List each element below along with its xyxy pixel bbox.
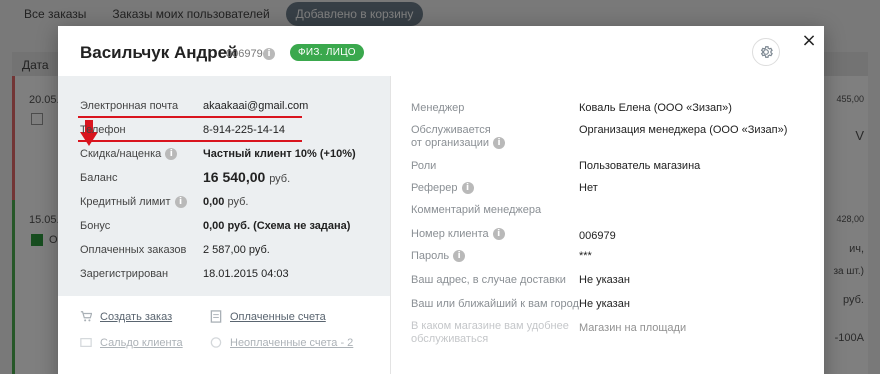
delivery-address-value: Не указан <box>579 274 630 286</box>
field-label: Скидка/наценка i <box>80 148 178 161</box>
document-icon <box>210 310 222 323</box>
field-manager: Менеджер Коваль Елена (ООО «Зизап») <box>391 102 824 124</box>
field-bonus: Бонус 0,00 руб. (Схема не задана) <box>58 220 390 242</box>
field-manager-comment: Комментарий менеджера <box>391 204 824 226</box>
referrer-value: Нет <box>579 182 598 194</box>
field-label: Зарегистрирован <box>80 268 169 280</box>
modal-header: Васильчук Андрей 006979 i ФИЗ. ЛИЦО × <box>58 26 824 76</box>
field-label: Номер клиента i <box>411 228 505 241</box>
field-label: Электронная почта <box>80 100 179 112</box>
field-preferred-store: В каком магазине вам удобнее обслуживатьс… <box>391 320 824 350</box>
discount-value: Частный клиент 10% (+10%) <box>203 148 356 160</box>
client-name: Васильчук Андрей <box>80 43 238 62</box>
field-city: Ваш или ближайший к вам город Не указан <box>391 298 824 320</box>
info-icon[interactable]: i <box>263 48 275 60</box>
field-label: Комментарий менеджера <box>411 204 542 216</box>
info-icon[interactable]: i <box>165 148 178 161</box>
info-icon[interactable]: i <box>493 137 506 150</box>
email-value[interactable]: akaakaai@gmail.com <box>203 100 308 112</box>
info-icon[interactable]: i <box>453 250 466 263</box>
field-credit-limit: Кредитный лимит i 0,00 руб. <box>58 196 390 218</box>
field-label: Менеджер <box>411 102 465 114</box>
field-phone: Телефон 8-914-225-14-14 <box>58 124 390 146</box>
paid-invoices-link[interactable]: Оплаченные счета <box>210 310 326 323</box>
unpaid-invoices-link[interactable]: Неоплаченные счета - 2 <box>210 336 353 349</box>
organization-value: Организация менеджера (ООО «Зизап») <box>579 124 788 136</box>
phone-value[interactable]: 8-914-225-14-14 <box>203 124 285 136</box>
cart-icon <box>80 311 92 322</box>
info-icon[interactable]: i <box>174 196 187 209</box>
preferred-store-value: Магазин на площади <box>579 322 687 334</box>
field-email: Электронная почта akaakaai@gmail.com <box>58 100 390 122</box>
field-password: Пароль i *** <box>391 250 824 272</box>
create-order-link[interactable]: Создать заказ <box>80 310 172 323</box>
paid-orders-value: 2 587,00 руб. <box>203 244 270 256</box>
roles-value: Пользователь магазина <box>579 160 701 172</box>
invoice-icon <box>210 337 222 348</box>
field-label: Баланс <box>80 172 118 184</box>
info-icon[interactable]: i <box>492 228 505 241</box>
field-label: Роли <box>411 160 437 172</box>
balance-value: 16 540,00 руб. <box>203 169 291 185</box>
field-label: Ваш или ближайший к вам город <box>411 298 579 310</box>
client-meta-panel: Менеджер Коваль Елена (ООО «Зизап») Обсл… <box>390 76 824 374</box>
field-client-number: Номер клиента i 006979 <box>391 228 824 250</box>
client-id: 006979 <box>226 48 263 60</box>
field-label: Телефон <box>80 124 126 136</box>
manager-value: Коваль Елена (ООО «Зизап») <box>579 102 732 114</box>
field-label: Оплаченных заказов <box>80 244 187 256</box>
client-actions: Создать заказ Оплаченные счета Сальдо кл… <box>58 306 390 374</box>
balance-icon <box>80 338 92 347</box>
password-value: *** <box>579 250 592 262</box>
highlight-underline <box>78 116 302 118</box>
field-paid-orders: Оплаченных заказов 2 587,00 руб. <box>58 244 390 266</box>
field-label: В каком магазине вам удобнее обслуживатьс… <box>411 320 569 345</box>
gear-icon <box>760 46 773 58</box>
field-label: Кредитный лимит i <box>80 196 187 209</box>
field-delivery-address: Ваш адрес, в случае доставки Не указан <box>391 274 824 296</box>
city-value: Не указан <box>579 298 630 310</box>
close-button[interactable]: × <box>800 32 818 50</box>
field-label: Бонус <box>80 220 111 232</box>
settings-button[interactable] <box>752 38 780 66</box>
client-details-panel: Электронная почта akaakaai@gmail.com Тел… <box>58 76 390 296</box>
field-label: Обслуживается от организации i <box>411 124 506 150</box>
client-balance-link[interactable]: Сальдо клиента <box>80 336 183 349</box>
info-icon[interactable]: i <box>461 182 474 195</box>
registered-value: 18.01.2015 04:03 <box>203 268 289 280</box>
field-balance: Баланс 16 540,00 руб. <box>58 169 390 194</box>
field-label: Ваш адрес, в случае доставки <box>411 274 566 286</box>
field-served-by-org: Обслуживается от организации i Организация… <box>391 124 824 154</box>
client-number-value: 006979 <box>579 230 616 242</box>
field-label: Реферер i <box>411 182 474 195</box>
field-discount: Скидка/наценка i Частный клиент 10% (+10%… <box>58 148 390 170</box>
field-registered: Зарегистрирован 18.01.2015 04:03 <box>58 268 390 290</box>
field-label: Пароль i <box>411 250 466 263</box>
client-type-badge: ФИЗ. ЛИЦО <box>290 44 364 61</box>
highlight-underline <box>78 140 302 142</box>
bonus-value: 0,00 руб. (Схема не задана) <box>203 220 351 232</box>
client-card-modal: Васильчук Андрей 006979 i ФИЗ. ЛИЦО × Эл… <box>58 26 824 374</box>
field-referrer: Реферер i Нет <box>391 182 824 204</box>
field-roles: Роли Пользователь магазина <box>391 160 824 182</box>
credit-limit-value: 0,00 руб. <box>203 196 249 208</box>
